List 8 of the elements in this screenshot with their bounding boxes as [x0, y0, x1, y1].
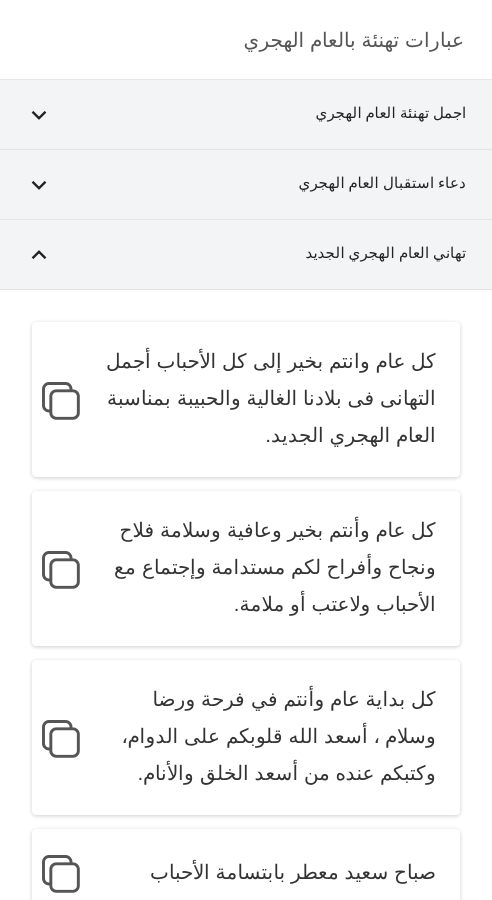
message-text: كل عام وانتم بخير إلى كل الأحباب أجمل التهانى فى بلادنا الغالية والحبيبة بمناسبة العام الهجري الجديد.: [100, 344, 436, 455]
accordion-header[interactable]: دعاء استقبال العام الهجري: [0, 150, 492, 220]
message-text: صباح سعيد معطر بابتسامة الأحباب: [148, 858, 436, 886]
message-text: كل بداية عام وأنتم في فرحة ورضا وسلام ، أسعد الله قلوبكم على الدوام، وكتبكم عنده من أسعد الخلق والأنام.: [100, 682, 436, 793]
accordion-header[interactable]: تهاني العام الهجري الجديد: [0, 220, 492, 290]
accordion-header[interactable]: اجمل تهنئة العام الهجري: [0, 80, 492, 150]
message-text: كل عام وأنتم بخير وعافية وسلامة فلاح ونجاح وأفراح لكم مستدامة وإجتماع مع الأحباب ولاعتب أو ملامة.: [100, 513, 436, 624]
page-title: عبارات تهنئة بالعام الهجري: [243, 28, 464, 54]
